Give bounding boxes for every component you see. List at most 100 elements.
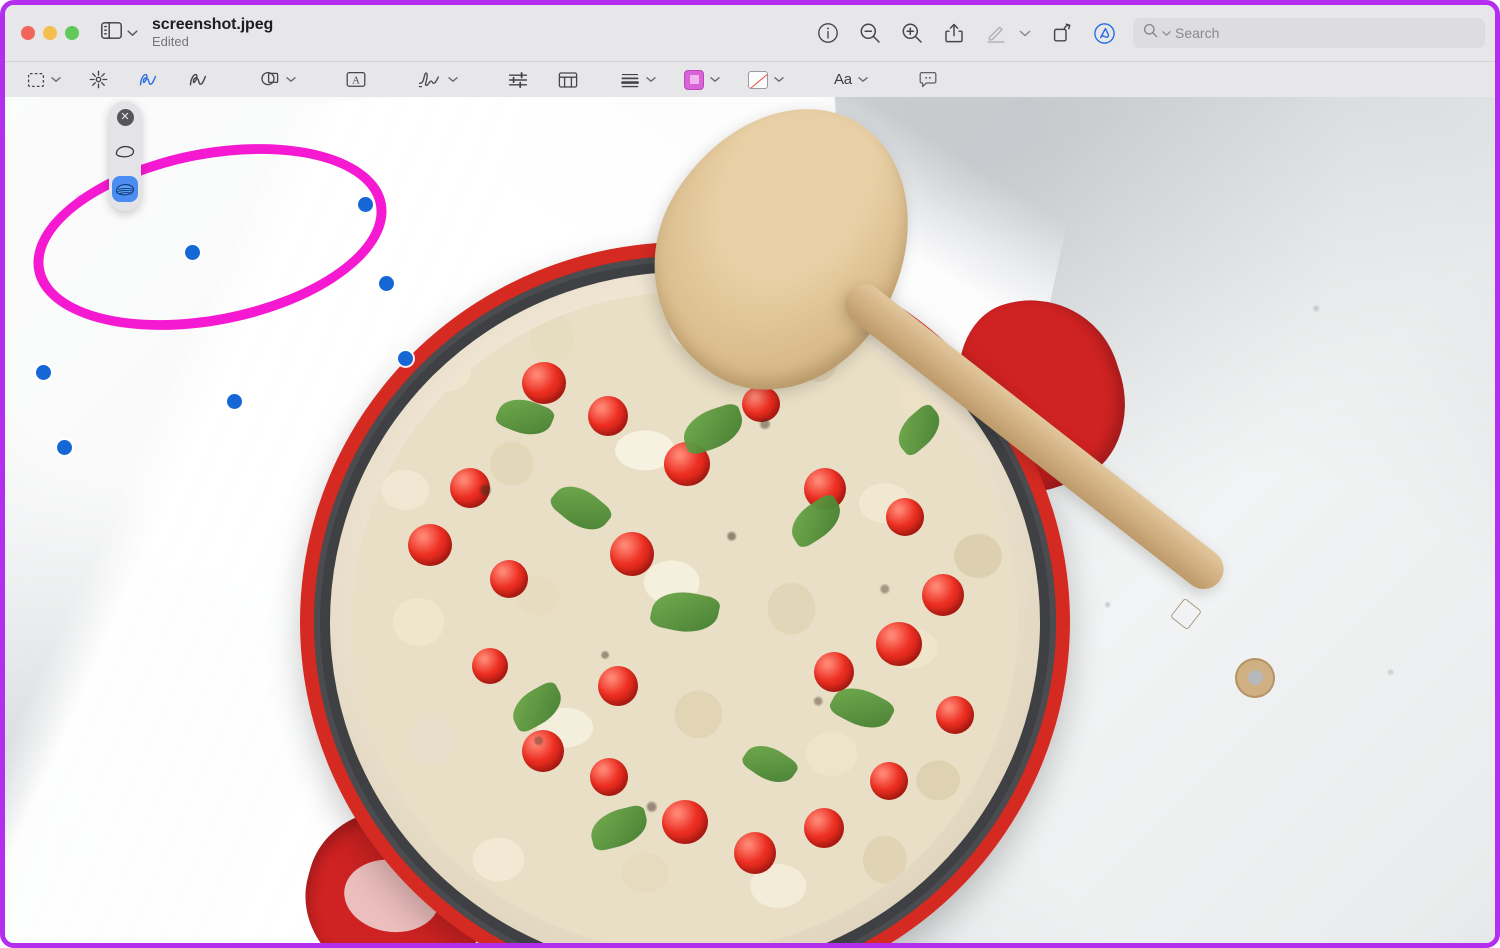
cherry-tomato (922, 574, 964, 616)
cherry-tomato (814, 652, 854, 692)
sparkle-icon (89, 70, 108, 89)
cherry-tomato (804, 808, 844, 848)
basil-leaf (648, 585, 722, 639)
cherry-tomato (522, 730, 564, 772)
basil-leaf (677, 401, 749, 457)
draw-tool[interactable] (184, 65, 212, 95)
markup-pen-icon[interactable] (983, 20, 1009, 46)
chevron-down-icon (127, 24, 138, 42)
cherry-tomato (450, 468, 490, 508)
crop-frame-icon (558, 71, 578, 88)
page-title: screenshot.jpeg (152, 15, 274, 33)
document-title-block: screenshot.jpeg Edited (152, 16, 273, 50)
sketch-tool[interactable] (134, 65, 162, 95)
handle-top-mid[interactable] (185, 245, 200, 260)
cherry-tomato (662, 800, 708, 844)
basil-leaf (547, 475, 615, 541)
sketch-squiggle-icon (139, 73, 157, 85)
sidebar-toggle-button[interactable] (101, 22, 138, 44)
sign-tool-caret[interactable] (446, 65, 460, 95)
annotate-icon[interactable] (1091, 20, 1117, 46)
text-tool[interactable]: A (342, 65, 370, 95)
search-dropdown-chevron-icon[interactable] (1162, 24, 1171, 42)
speech-bubble-icon (919, 71, 937, 87)
search-placeholder: Search (1175, 25, 1220, 41)
zoom-out-icon[interactable] (857, 20, 883, 46)
annotate-note-tool[interactable] (914, 65, 942, 95)
traffic-lights (21, 26, 79, 40)
svg-text:A: A (352, 75, 360, 86)
crop-tool[interactable] (554, 65, 582, 95)
signature-icon (418, 72, 440, 88)
handle-top-right[interactable] (358, 197, 373, 212)
search-input[interactable]: Search (1133, 18, 1485, 48)
markup-chevron-icon[interactable] (1017, 20, 1033, 46)
shapes-icon (261, 71, 279, 86)
shapes-tool-caret[interactable] (284, 65, 298, 95)
rotate-left-icon[interactable] (1049, 20, 1075, 46)
shape-style-tool[interactable] (616, 65, 644, 95)
shape-style-popover[interactable]: ✕ (109, 101, 141, 211)
line-weight-icon (621, 73, 639, 87)
handle-bottom-mid[interactable] (227, 394, 242, 409)
cherry-tomato (742, 386, 780, 422)
cherry-tomato (886, 498, 924, 536)
zoom-in-icon[interactable] (899, 20, 925, 46)
font-tool[interactable]: Aa (830, 65, 856, 95)
sign-tool[interactable] (414, 65, 446, 95)
basil-leaf (739, 736, 801, 792)
search-icon (1143, 23, 1158, 43)
preview-window: screenshot.jpeg Edited Search A Aa ✕ (0, 0, 1500, 948)
document-status: Edited (152, 34, 189, 50)
cherry-tomato (734, 832, 776, 874)
cherry-tomato (870, 762, 908, 800)
fill-color-caret[interactable] (772, 65, 786, 95)
basil-leaf (505, 679, 569, 735)
outline-oval-icon (115, 145, 135, 157)
cherry-tomato (408, 524, 452, 566)
sidebar-icon (101, 22, 122, 44)
share-icon[interactable] (941, 20, 967, 46)
handle-bottom-left[interactable] (57, 440, 72, 455)
cherry-tomato (598, 666, 638, 706)
draw-squiggle-icon (189, 73, 207, 85)
cherry-tomato (472, 648, 508, 684)
adjust-color-tool[interactable] (504, 65, 532, 95)
font-tool-caret[interactable] (856, 65, 870, 95)
instant-alpha-tool[interactable] (85, 65, 112, 95)
handle-top-left[interactable] (36, 365, 51, 380)
close-icon[interactable]: ✕ (116, 109, 134, 126)
border-color-tool[interactable] (680, 65, 708, 95)
info-icon[interactable] (815, 20, 841, 46)
shape-filled-oval-option[interactable] (112, 176, 138, 202)
basil-leaf (889, 401, 949, 459)
fill-color-tool[interactable] (744, 65, 772, 95)
selection-tool-caret[interactable] (49, 65, 63, 95)
red-pot (285, 242, 1148, 943)
markup-toolbar: A Aa (5, 61, 1495, 97)
minimize-window-button[interactable] (43, 26, 57, 40)
maximize-window-button[interactable] (65, 26, 79, 40)
handle-bottom-right[interactable] (398, 351, 413, 366)
image-canvas[interactable]: ✕ (5, 97, 1495, 943)
cherry-tomato (522, 362, 566, 404)
food-contents (352, 292, 1018, 943)
title-bar: screenshot.jpeg Edited Search (5, 5, 1495, 61)
cherry-tomato (588, 396, 628, 436)
shapes-tool[interactable] (256, 65, 284, 95)
dashed-rect-icon (27, 72, 45, 87)
shape-outline-oval-option[interactable] (112, 138, 138, 164)
filled-oval-icon (115, 183, 135, 195)
sliders-icon (508, 71, 528, 88)
shape-style-caret[interactable] (644, 65, 658, 95)
cherry-tomato (590, 758, 628, 796)
selection-tool[interactable] (23, 65, 49, 95)
close-window-button[interactable] (21, 26, 35, 40)
font-aa-icon: Aa (834, 71, 852, 88)
pot-interior (330, 272, 1040, 943)
cherry-tomato (610, 532, 654, 576)
cherry-tomato (876, 622, 922, 666)
border-color-caret[interactable] (708, 65, 722, 95)
handle-mid-right[interactable] (379, 276, 394, 291)
cherry-tomato (490, 560, 528, 598)
